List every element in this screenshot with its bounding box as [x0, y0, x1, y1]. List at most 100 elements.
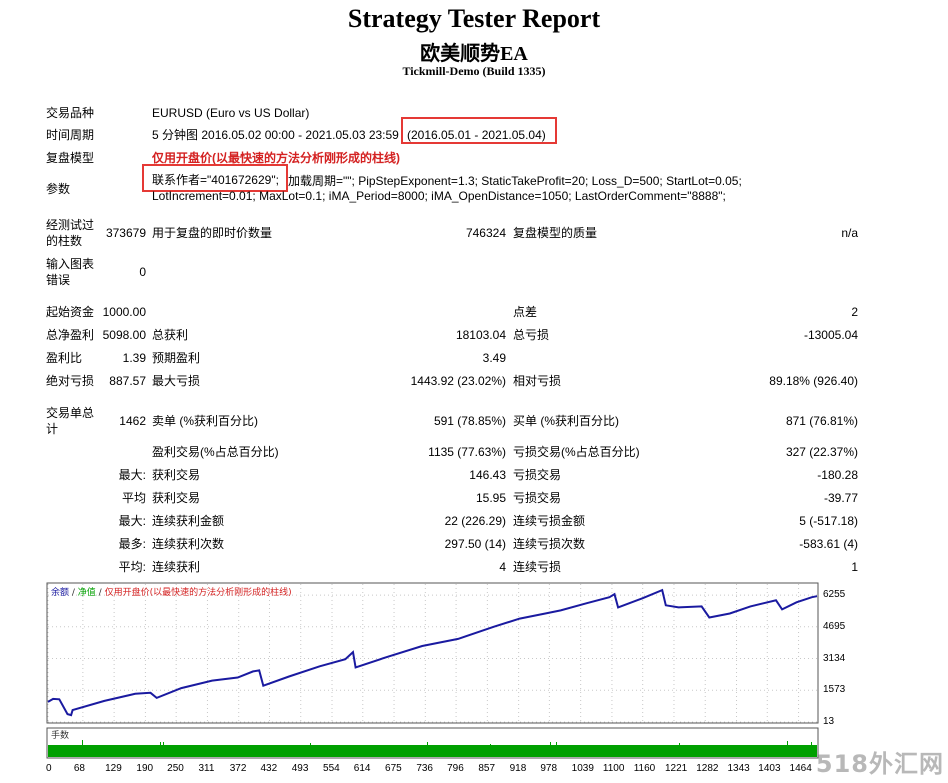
params-label: 参数	[46, 182, 71, 196]
volume-bar	[229, 755, 230, 757]
volume-bar	[508, 750, 509, 757]
y-tick-label: 4695	[823, 620, 846, 632]
x-tick-label: 250	[167, 763, 184, 774]
volume-bar	[466, 753, 467, 757]
volume-bar	[454, 746, 455, 757]
volume-bar	[373, 753, 374, 757]
volume-bar	[562, 747, 563, 757]
volume-bar	[514, 755, 515, 757]
spread-label: 点差	[513, 305, 538, 319]
max-consec-loss-value: -583.61 (4)	[799, 537, 858, 551]
volume-bar	[718, 753, 719, 757]
volume-bar	[661, 751, 662, 757]
short-label: 卖单 (%获利百分比)	[152, 414, 258, 428]
profit-factor-value: 1.39	[122, 351, 146, 365]
volume-bar	[592, 751, 593, 757]
volume-bar	[307, 749, 308, 757]
volume-bar	[790, 754, 791, 757]
volume-bar	[52, 755, 53, 757]
max-prefix: 最大:	[118, 514, 146, 528]
volume-bar	[511, 747, 512, 757]
gross-loss-value: -13005.04	[803, 328, 858, 342]
volume-bar	[157, 752, 158, 757]
x-tick-label: 675	[385, 763, 402, 774]
volume-bar	[388, 752, 389, 757]
volume-bar	[721, 751, 722, 757]
volume-bar	[226, 753, 227, 757]
volume-bar	[349, 753, 350, 757]
volume-bar	[499, 750, 500, 757]
x-tick-label: 796	[447, 763, 464, 774]
volume-bar	[97, 752, 98, 757]
volume-bar	[604, 754, 605, 757]
volume-bar	[217, 755, 218, 757]
volume-bar	[91, 751, 92, 757]
volume-bar	[751, 753, 752, 757]
volume-label: 手数	[51, 729, 69, 741]
volume-bar	[553, 755, 554, 757]
volume-bar	[712, 753, 713, 757]
average-profit-label: 获利交易	[152, 491, 201, 505]
legend-model: 仅用开盘价(以最快速的方法分析刚形成的柱线)	[105, 586, 292, 598]
volume-bar	[358, 755, 359, 757]
volume-bar	[427, 742, 428, 757]
volume-bar	[673, 750, 674, 757]
volume-bar	[250, 754, 251, 757]
bars-label-1: 经测试过	[46, 218, 95, 232]
volume-bar	[202, 751, 203, 757]
model-label: 复盘模型	[46, 151, 95, 165]
volume-bar	[619, 745, 620, 757]
x-tick-label: 129	[105, 763, 122, 774]
volume-bar	[94, 752, 95, 757]
most-prefix: 最多:	[118, 537, 146, 551]
volume-bar	[58, 754, 59, 757]
volume-bar	[412, 755, 413, 757]
volume-bar	[676, 754, 677, 757]
net-profit-label: 总净盈利	[46, 328, 95, 342]
largest-prefix: 最大:	[118, 468, 146, 482]
volume-bar	[397, 751, 398, 757]
x-tick-label: 918	[509, 763, 527, 774]
volume-bar	[331, 751, 332, 757]
volume-bar	[424, 753, 425, 757]
volume-bar	[121, 751, 122, 757]
volume-bar	[805, 755, 806, 757]
errors-value: 0	[139, 265, 146, 279]
volume-bar	[769, 750, 770, 757]
volume-bar	[811, 742, 812, 757]
params-line-1: 加载周期=""; PipStepExponent=1.3; StaticTake…	[288, 174, 742, 188]
volume-bar	[598, 754, 599, 757]
volume-bar	[406, 755, 407, 757]
avg-consec-wins-label: 连续获利	[152, 560, 201, 574]
volume-bar	[376, 753, 377, 757]
average-loss-value: -39.77	[823, 491, 858, 505]
volume-bar	[190, 754, 191, 757]
x-tick-label: 1464	[789, 763, 812, 774]
volume-bar	[205, 755, 206, 757]
volume-bar	[451, 746, 452, 757]
volume-bar	[574, 750, 575, 757]
quality-label: 复盘模型的质量	[513, 226, 598, 240]
volume-bar	[517, 754, 518, 757]
volume-bar	[781, 749, 782, 757]
volume-bar	[82, 740, 83, 757]
volume-bar	[484, 755, 485, 757]
volume-bar	[529, 749, 530, 757]
volume-bar	[346, 753, 347, 757]
volume-bar	[418, 754, 419, 757]
volume-bar	[583, 755, 584, 757]
volume-bar	[70, 753, 71, 757]
params-line-2: LotIncrement=0.01; MaxLot=0.1; iMA_Perio…	[152, 189, 726, 203]
volume-bar	[400, 753, 401, 757]
volume-bar	[409, 754, 410, 757]
max-consec-losses-label: 连续亏损金额	[513, 514, 586, 528]
chart-canvas: 余额 / 净值 / 仅用开盘价(以最快速的方法分析刚形成的柱线) 手数	[46, 582, 819, 759]
volume-bar	[247, 754, 248, 757]
volume-bar	[88, 752, 89, 757]
volume-bar	[544, 755, 545, 757]
volume-bar	[361, 753, 362, 757]
avg-consec-losses-value: 1	[851, 560, 858, 574]
x-tick-label: 190	[136, 763, 154, 774]
volume-bar	[724, 752, 725, 757]
volume-bar	[118, 753, 119, 757]
